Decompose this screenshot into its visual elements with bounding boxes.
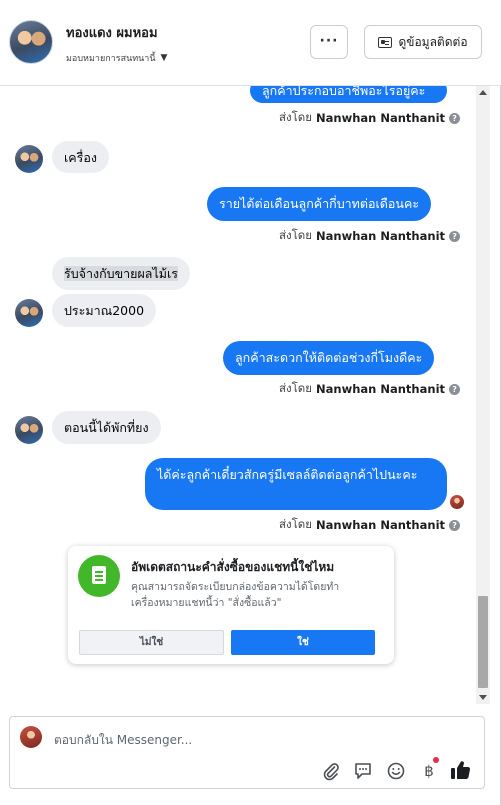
- message-bubble-outgoing[interactable]: ลูกค้าประกอบอาชีพอะไรอยู่คะ: [250, 86, 447, 103]
- caret-down-icon: ▼: [160, 53, 168, 63]
- sent-by-prefix: ส่งโดย: [279, 110, 313, 124]
- page-avatar: [20, 726, 42, 748]
- assign-label: มอบหมายการสนทนานี้: [66, 54, 156, 64]
- order-status-prompt: อัพเดตสถานะคำสั่งซื้อของแชทนี้ใช่ไหม คุณ…: [68, 546, 394, 664]
- sent-by-prefix: ส่งโดย: [279, 381, 313, 395]
- view-contact-info-label: ดูข้อมูลติดต่อ: [398, 34, 468, 49]
- help-icon[interactable]: ?: [449, 230, 461, 242]
- sent-by-label: ส่งโดย Nanwhan Nanthanit ?: [279, 380, 461, 398]
- customer-avatar[interactable]: [15, 416, 43, 444]
- message-bubble-incoming[interactable]: ประมาณ2000: [52, 294, 157, 327]
- selected-text: รับจ้างกับขายผลไม้เร: [64, 266, 178, 281]
- sent-by-prefix: ส่งโดย: [279, 517, 313, 531]
- sender-name: Nanwhan Nanthanit: [316, 229, 446, 243]
- more-options-button[interactable]: ···: [310, 25, 348, 59]
- seen-avatar: [450, 495, 464, 509]
- sent-by-label: ส่งโดย Nanwhan Nanthanit ?: [279, 109, 461, 127]
- order-prompt-title: อัพเดตสถานะคำสั่งซื้อของแชทนี้ใช่ไหม: [131, 560, 335, 574]
- message-bubble-outgoing[interactable]: รายได้ต่อเดือนลูกค้ากี่บาทต่อเดือนคะ: [207, 187, 432, 221]
- sender-name: Nanwhan Nanthanit: [316, 518, 446, 532]
- order-receipt-icon: [78, 555, 120, 597]
- customer-avatar[interactable]: [15, 299, 43, 327]
- sender-name: Nanwhan Nanthanit: [316, 111, 446, 125]
- scroll-up-arrow-icon[interactable]: [479, 90, 487, 95]
- message-bubble-incoming[interactable]: รับจ้างกับขายผลไม้เร: [52, 257, 190, 290]
- sender-name: Nanwhan Nanthanit: [316, 382, 446, 396]
- message-bubble-outgoing[interactable]: ได้ค่ะลูกค้าเดี๋ยวสักครู่มีเซลล์ติดต่อลู…: [145, 458, 447, 510]
- sent-by-label: ส่งโดย Nanwhan Nanthanit ?: [279, 227, 461, 245]
- reply-input[interactable]: ตอบกลับใน Messenger...: [54, 731, 192, 750]
- thread-scrollbar[interactable]: [476, 86, 490, 704]
- view-contact-info-button[interactable]: ดูข้อมูลติดต่อ: [364, 25, 482, 59]
- help-icon[interactable]: ?: [449, 383, 461, 395]
- scroll-thumb[interactable]: [478, 596, 488, 688]
- message-bubble-outgoing[interactable]: ลูกค้าสะดวกให้ติดต่อช่วงกี่โมงดีคะ: [223, 341, 435, 375]
- conversation-header: ทองแดง ผมหอม มอบหมายการสนทนานี้ ▼ ··· ดู…: [0, 0, 501, 86]
- no-button[interactable]: ไม่ใช่: [79, 630, 224, 655]
- baht-payment-icon[interactable]: ฿: [419, 761, 439, 781]
- notification-dot: [433, 757, 439, 763]
- order-prompt-description: คุณสามารถจัดระเบียบกล่องข้อความได้โดยทำเ…: [131, 581, 340, 609]
- help-icon[interactable]: ?: [449, 112, 461, 124]
- sent-by-label: ส่งโดย Nanwhan Nanthanit ?: [279, 516, 461, 534]
- reply-composer[interactable]: ตอบกลับใน Messenger... ฿: [9, 716, 485, 789]
- contact-name[interactable]: ทองแดง ผมหอม: [66, 22, 158, 43]
- message-bubble-incoming[interactable]: ตอนนี้ได้พักที่ยง: [52, 411, 161, 444]
- scroll-down-arrow-icon[interactable]: [479, 695, 487, 700]
- conversation-panel: ทองแดง ผมหอม มอบหมายการสนทนานี้ ▼ ··· ดู…: [0, 0, 501, 805]
- contact-avatar[interactable]: [9, 20, 53, 64]
- message-template-icon[interactable]: [353, 761, 373, 781]
- customer-avatar[interactable]: [15, 145, 43, 173]
- contact-card-icon: [378, 36, 393, 48]
- thumbs-up-icon[interactable]: [449, 759, 471, 781]
- assign-conversation-dropdown[interactable]: มอบหมายการสนทนานี้ ▼: [66, 51, 167, 65]
- help-icon[interactable]: ?: [449, 519, 461, 531]
- message-bubble-incoming[interactable]: เครื่อง: [52, 141, 109, 173]
- emoji-icon[interactable]: [386, 761, 406, 781]
- sent-by-prefix: ส่งโดย: [279, 228, 313, 242]
- paperclip-icon[interactable]: [321, 761, 341, 781]
- yes-button[interactable]: ใช่: [231, 630, 375, 655]
